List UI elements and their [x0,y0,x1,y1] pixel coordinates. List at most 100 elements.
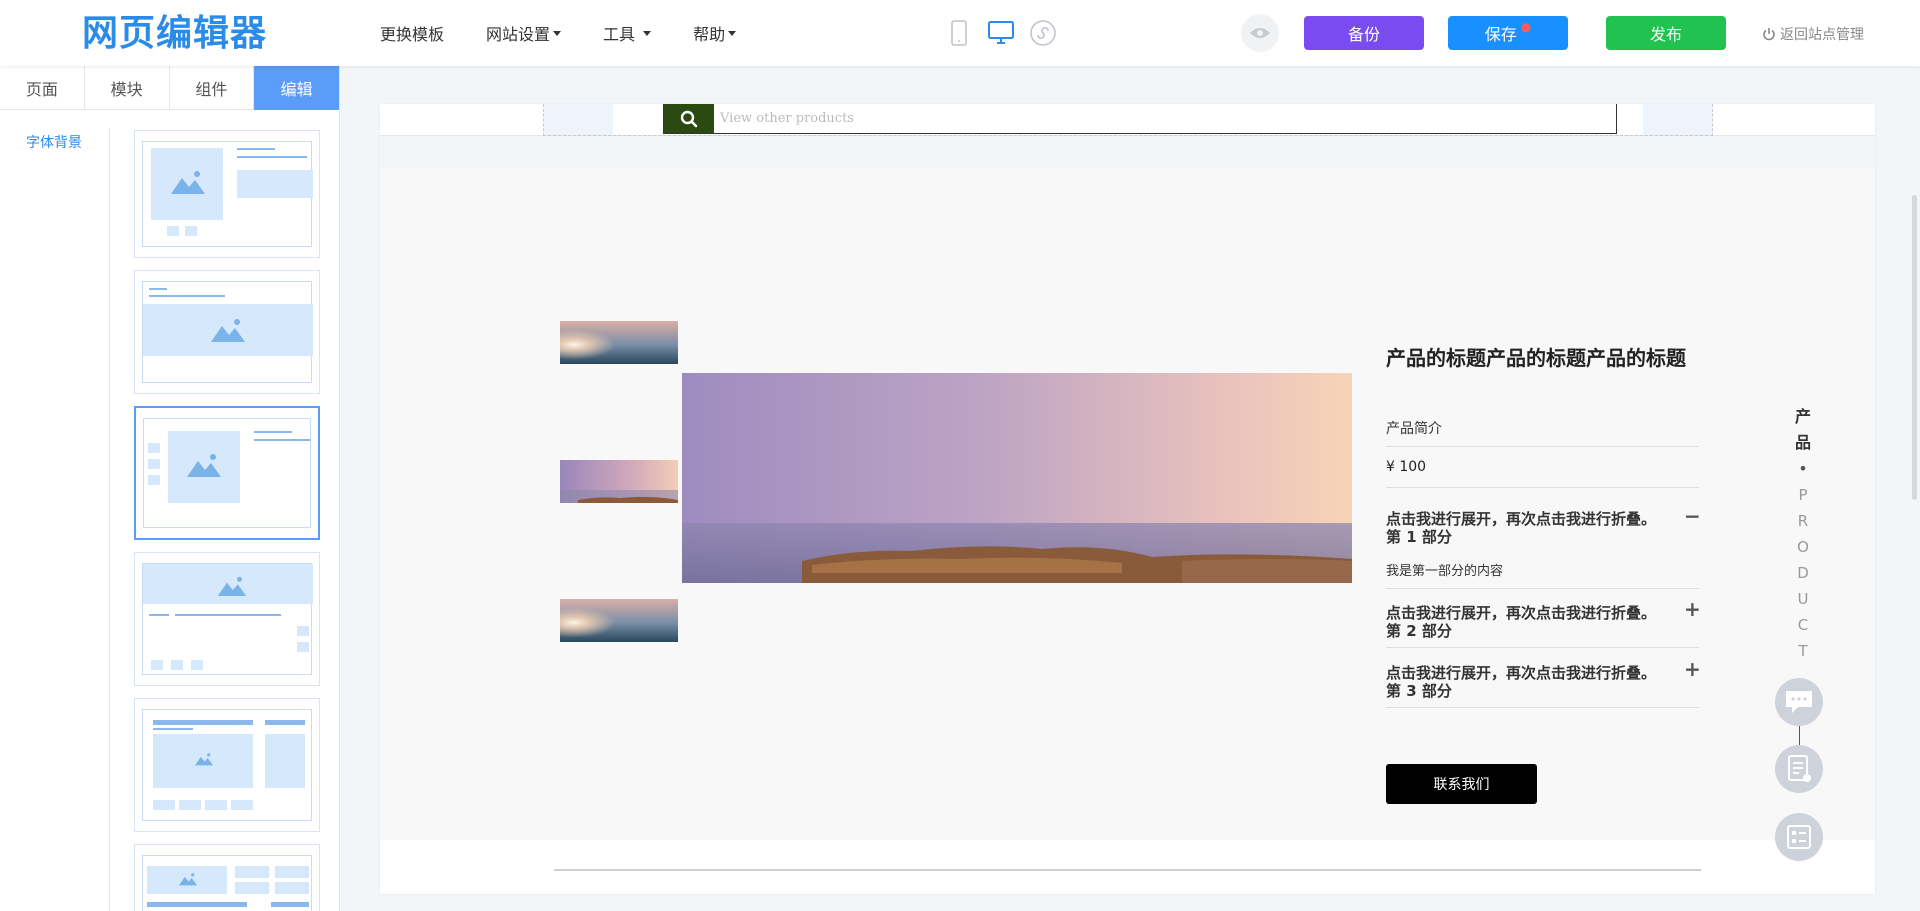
product-title: 产品的标题产品的标题产品的标题 [1386,346,1686,370]
image-icon [171,171,205,194]
eye-icon [1250,28,1270,38]
layout-thumbnail-selected[interactable] [134,406,320,540]
divider [1386,588,1699,589]
text-line [271,902,309,907]
mobile-view-button[interactable] [944,18,974,48]
vertical-char: C [1797,616,1809,634]
vertical-scrollbar[interactable] [1912,195,1917,500]
save-button[interactable]: 保存 ● [1448,16,1568,50]
tab-pages[interactable]: 页面 [0,66,85,110]
vertical-char: 品 [1794,433,1811,452]
editor-canvas: View other products 产品的标题产品的标题产品的标题 产品简介… [380,104,1875,894]
tab-edit[interactable]: 编辑 [254,66,339,110]
text-block [265,734,305,788]
product-price: ¥ 100 [1386,459,1427,475]
layout-thumbnail[interactable] [134,270,320,394]
tab-modules[interactable]: 模块 [85,66,170,110]
backup-button[interactable]: 备份 [1304,16,1424,50]
mini-thumb [171,660,183,670]
contact-us-button[interactable]: 联系我们 [1386,764,1537,804]
collapse-icon[interactable]: − [1684,504,1701,528]
connector-line [1799,726,1800,746]
divider [1386,647,1699,648]
vertical-char: P [1798,486,1808,504]
menu-help[interactable]: 帮助 [693,21,737,45]
layout-thumbnail[interactable] [134,844,320,911]
mini-block [235,882,269,894]
menu-change-template[interactable]: 更换模板 [380,21,444,45]
vertical-product-label: 产 品 • P R O D U C T [1793,404,1813,664]
layout-thumbnail[interactable] [134,130,320,258]
chat-bubble-icon [1786,691,1812,713]
gallery-thumbnail[interactable] [560,460,678,503]
device-switcher [944,18,1070,48]
accordion-item-body-1: 我是第一部分的内容 [1386,564,1504,579]
layout-thumbnail[interactable] [134,698,320,832]
text-line [175,614,281,616]
menu-label: 更换模板 [380,25,445,44]
gallery-thumbnail[interactable] [560,321,678,364]
padding-indicator-right [1643,104,1712,135]
accordion-item-title-3[interactable]: 点击我进行展开，再次点击我进行折叠。第 3 部分 [1386,664,1666,700]
publish-button[interactable]: 发布 [1606,16,1726,50]
expand-icon[interactable]: + [1684,657,1701,681]
tab-components[interactable]: 组件 [170,66,255,110]
back-to-site-manager[interactable]: 返回站点管理 [1762,24,1864,44]
category-font-background[interactable]: 字体背景 [26,132,82,152]
accordion-item-title-1[interactable]: 点击我进行展开，再次点击我进行折叠。第 1 部分 [1386,510,1666,546]
product-detail-section: 产品的标题产品的标题产品的标题 产品简介 ¥ 100 点击我进行展开，再次点击我… [380,168,1875,840]
caret-down-icon [643,30,652,36]
document-button[interactable] [1775,745,1823,793]
footer-divider [554,869,1701,871]
preview-button[interactable] [1241,14,1279,52]
vertical-char: D [1797,564,1809,582]
mini-thumb [179,800,201,810]
backup-label: 备份 [1347,25,1380,44]
top-bar: 网页编辑器 更换模板 网站设置 工具 帮助 备份 保存 ● 发布 返回站点管理 [0,0,1920,66]
section-gap [380,136,1875,168]
caret-down-icon [728,30,737,36]
search-button[interactable] [664,104,714,133]
text-line [153,728,193,730]
logo: 网页编辑器 [82,13,268,54]
menu-tools[interactable]: 工具 [603,21,652,45]
panel-divider [109,128,110,911]
text-line [254,439,310,441]
text-line [237,148,275,150]
divider [1386,487,1699,488]
desktop-view-button[interactable] [986,18,1016,48]
sunset-thumbnail-image [560,599,678,642]
mini-thumb [205,800,227,810]
mini-block [275,882,309,894]
mini-thumb [191,660,203,670]
search-input[interactable]: View other products [714,104,1616,133]
back-link-label: 返回站点管理 [1780,27,1864,43]
menu-site-settings[interactable]: 网站设置 [486,21,562,45]
image-icon [211,319,245,342]
thumbnail-frame [142,563,313,675]
layout-thumbnail[interactable] [134,552,320,686]
miniprogram-view-button[interactable] [1028,18,1058,48]
chat-button[interactable] [1775,678,1823,726]
accordion-item-title-2[interactable]: 点击我进行展开，再次点击我进行折叠。第 2 部分 [1386,604,1666,640]
expand-icon[interactable]: + [1684,597,1701,621]
text-line [149,288,167,290]
thumbnail-frame [142,141,313,247]
text-line [237,156,307,158]
main-menu: 更换模板 网站设置 工具 帮助 [380,0,778,66]
coast-main-image [682,373,1352,583]
vertical-dot: • [1798,459,1808,478]
mini-thumb [153,800,175,810]
list-button[interactable] [1775,813,1823,861]
mini-thumb [231,800,253,810]
text-line [265,720,305,725]
product-main-image[interactable] [682,373,1352,583]
thumbnail-frame [143,418,311,528]
product-intro: 产品简介 [1386,421,1442,437]
search-icon [680,110,698,127]
image-icon [187,454,221,477]
power-icon [1763,28,1775,41]
search-section: View other products [380,104,1875,136]
gallery-thumbnail[interactable] [560,599,678,642]
text-line [149,295,225,297]
